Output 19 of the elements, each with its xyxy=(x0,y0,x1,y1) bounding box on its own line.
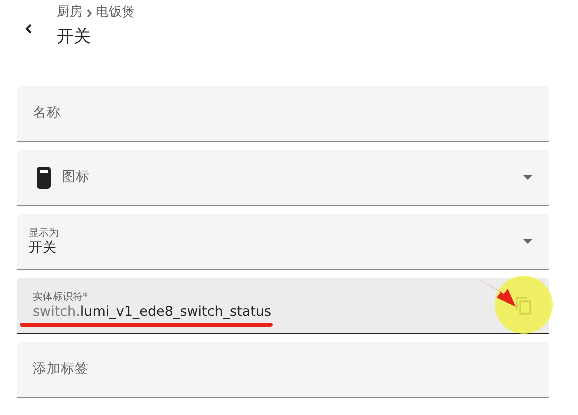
breadcrumb-link[interactable]: 电饭煲 xyxy=(96,4,135,22)
input-field[interactable]: 名称 xyxy=(17,86,549,142)
field-label: 实体标识符* xyxy=(33,291,89,304)
chevron-icon xyxy=(86,8,93,18)
field-label: 显示为 xyxy=(29,227,59,240)
field-value: switch.lumi_v1_ede8_switch_status xyxy=(33,304,272,320)
field-value: 开关 xyxy=(29,240,58,256)
dropdown-caret-icon xyxy=(523,239,533,244)
field-label: 图标 xyxy=(62,168,90,188)
dropdown-caret-icon xyxy=(523,175,533,180)
breadcrumb-link[interactable]: 厨房 xyxy=(57,4,83,22)
field-label: 添加标签 xyxy=(32,360,89,380)
field-label: 名称 xyxy=(32,104,61,124)
page-title: 开关 xyxy=(57,26,92,49)
highlight-circle xyxy=(495,276,553,334)
phone-icon xyxy=(37,166,51,188)
dropdown-field[interactable]: 显示为 开关 xyxy=(17,214,549,270)
input-field[interactable]: 添加标签 xyxy=(17,342,549,398)
dropdown-field[interactable]: 图标 xyxy=(17,150,549,206)
